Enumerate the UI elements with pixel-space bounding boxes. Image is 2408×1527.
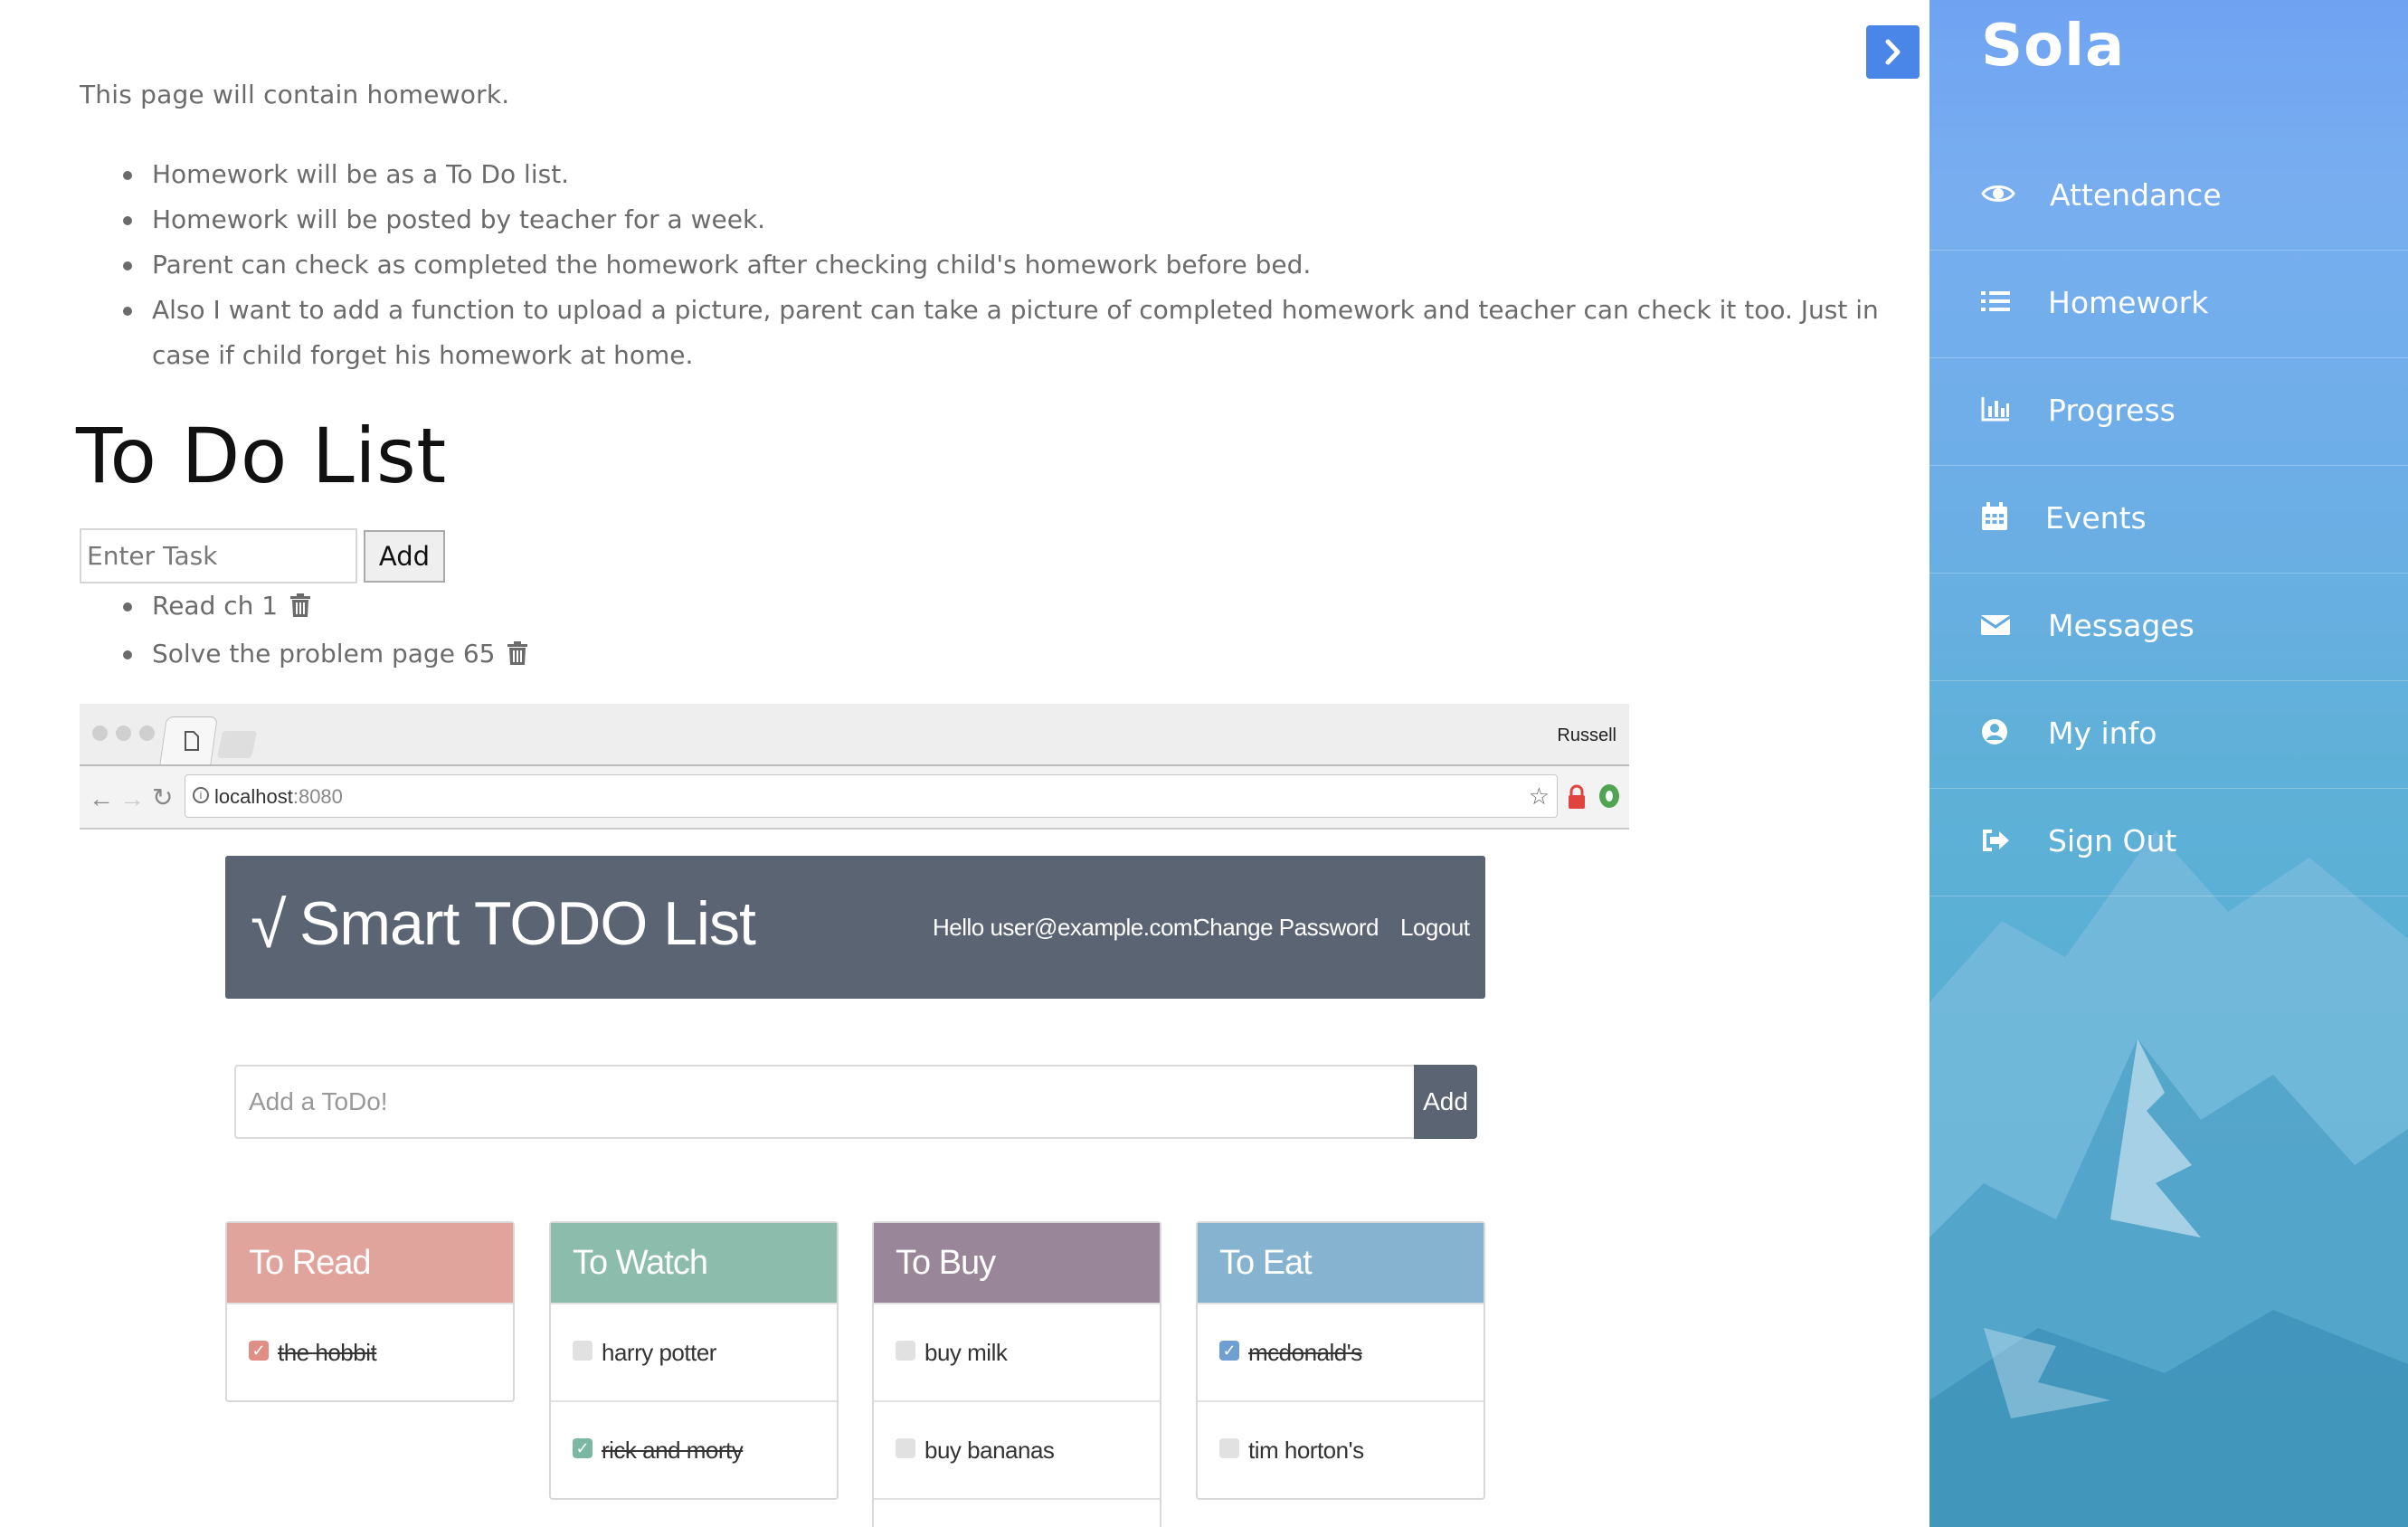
list-icon [1981, 287, 2010, 322]
sign-out-icon [1981, 825, 2010, 860]
forward-arrow-icon: → [119, 784, 145, 812]
sidebar-item-label: Events [2045, 500, 2147, 536]
sidebar-item-label: Attendance [2050, 177, 2222, 213]
card-title: To Eat [1198, 1223, 1484, 1303]
sidebar-item-label: Sign Out [2048, 823, 2177, 858]
card-item-text: rick and morty [602, 1437, 744, 1464]
embedded-app-screenshot: Russell ← → ↻ i localhost:8080 ☆ √ Smart… [80, 704, 1629, 1527]
calendar-icon [1981, 502, 2008, 538]
note-item: Homework will be posted by teacher for a… [123, 197, 1929, 242]
sidebar-item-label: Progress [2048, 393, 2176, 428]
checkbox-icon [573, 1341, 593, 1361]
task-item: Solve the problem page 65 [122, 631, 528, 679]
card-item: ✓ the hobbit [227, 1303, 513, 1400]
url-text: localhost:8080 [214, 785, 343, 808]
address-bar: i localhost:8080 ☆ [185, 774, 1558, 818]
card-item: tim horton's [1198, 1400, 1484, 1498]
card-item: ✓ mcdonald's [1198, 1303, 1484, 1400]
main-content: This page will contain homework. Homewor… [0, 0, 1929, 1527]
check-glyph: √ [251, 889, 287, 962]
lock-icon [1569, 784, 1585, 809]
sidebar-item-progress[interactable]: Progress [1929, 358, 2408, 466]
eye-icon [1981, 179, 2015, 214]
checkbox-checked-icon: ✓ [573, 1438, 593, 1458]
card-title: To Read [227, 1223, 513, 1303]
user-circle-icon [1981, 717, 2008, 753]
todo-list-title: To Do List [76, 412, 447, 500]
checkbox-checked-icon: ✓ [249, 1341, 269, 1361]
new-tab [216, 731, 258, 758]
sidebar-item-homework[interactable]: Homework [1929, 251, 2408, 358]
task-input[interactable] [80, 528, 357, 583]
card-item: harry potter [551, 1303, 837, 1400]
bar-chart-icon [1981, 394, 2010, 430]
sidebar-item-label: My info [2048, 716, 2157, 751]
greeting-text: Hello user@example.com! [933, 914, 1199, 941]
page-icon [185, 731, 199, 751]
note-item: Homework will be as a To Do list. [123, 152, 1929, 197]
card-item-text: tim horton's [1248, 1437, 1364, 1464]
envelope-icon [1980, 610, 2011, 645]
card-item-text: buy bananas [924, 1437, 1055, 1464]
bookmark-star-icon: ☆ [1528, 782, 1550, 810]
task-item: Read ch 1 [122, 583, 528, 631]
card-item: ✓ rick and morty [551, 1400, 837, 1498]
browser-tabstrip: Russell [80, 704, 1629, 766]
add-todo-button: Add [1414, 1065, 1477, 1139]
reload-icon: ↻ [152, 783, 174, 811]
sidebar-item-messages[interactable]: Messages [1929, 574, 2408, 681]
sidebar-item-sign-out[interactable]: Sign Out [1929, 789, 2408, 896]
sidebar: Sola Attendance Homework Progress Events [1929, 0, 2408, 1527]
card-to-read: To Read ✓ the hobbit [225, 1221, 515, 1402]
window-controls [92, 726, 163, 745]
card-item-text: the hobbit [278, 1339, 377, 1366]
card-to-buy: To Buy buy milk buy bananas [872, 1221, 1161, 1527]
sidebar-item-my-info[interactable]: My info [1929, 681, 2408, 789]
card-title: To Watch [551, 1223, 837, 1303]
note-item: Parent can check as completed the homewo… [123, 242, 1929, 288]
change-password-link: Change Password [1193, 914, 1379, 941]
add-task-button[interactable]: Add [364, 530, 445, 583]
checkbox-icon [896, 1341, 915, 1361]
trash-icon[interactable] [507, 634, 528, 679]
card-item-text: buy milk [924, 1339, 1008, 1366]
sidebar-menu: Attendance Homework Progress Events Mess… [1929, 143, 2408, 896]
info-icon: i [193, 787, 209, 803]
trash-icon[interactable] [289, 586, 311, 631]
sidebar-item-attendance[interactable]: Attendance [1929, 143, 2408, 251]
card-to-watch: To Watch harry potter ✓ rick and morty [549, 1221, 839, 1500]
card-item: buy bananas [874, 1400, 1160, 1498]
checkbox-checked-icon: ✓ [1219, 1341, 1239, 1361]
back-arrow-icon: ← [89, 784, 114, 812]
logout-link: Logout [1400, 914, 1470, 941]
checkbox-icon [896, 1438, 915, 1458]
intro-text: This page will contain homework. [80, 80, 510, 109]
sidebar-item-label: Messages [2048, 608, 2195, 643]
card-to-eat: To Eat ✓ mcdonald's tim horton's [1196, 1221, 1485, 1500]
card-item: buy milk [874, 1303, 1160, 1400]
sidebar-toggle-button[interactable] [1866, 25, 1920, 79]
task-list: Read ch 1 Solve the problem page 65 [80, 583, 528, 679]
task-text: Read ch 1 [152, 591, 279, 621]
brand-logo: Sola [1981, 13, 2126, 80]
card-item [874, 1498, 1160, 1527]
extension-icon [1599, 784, 1619, 808]
checkbox-icon [1219, 1438, 1239, 1458]
card-item-text: harry potter [602, 1339, 716, 1366]
browser-toolbar: ← → ↻ i localhost:8080 ☆ [80, 766, 1629, 830]
task-text: Solve the problem page 65 [152, 639, 496, 669]
smart-todo-header: √ Smart TODO List Hello user@example.com… [225, 856, 1485, 999]
card-item-text: mcdonald's [1248, 1339, 1362, 1366]
sidebar-item-events[interactable]: Events [1929, 466, 2408, 574]
homework-notes: Homework will be as a To Do list. Homewo… [80, 152, 1929, 378]
note-item: Also I want to add a function to upload … [123, 288, 1929, 378]
browser-profile-name: Russell [1557, 726, 1616, 745]
card-title: To Buy [874, 1223, 1160, 1303]
app-title: Smart TODO List [299, 889, 756, 958]
add-todo-input [234, 1065, 1415, 1139]
sidebar-item-label: Homework [2048, 285, 2209, 320]
chevron-right-icon [1885, 39, 1901, 65]
